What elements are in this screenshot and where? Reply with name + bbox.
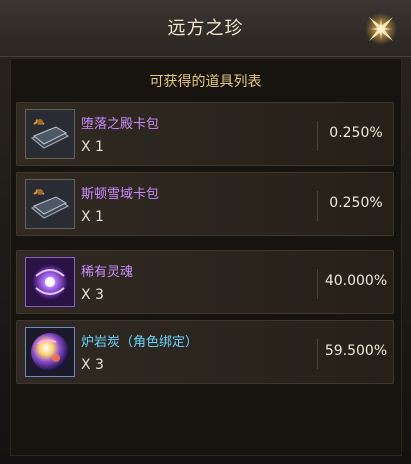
card-pack-icon	[25, 179, 75, 229]
card-pack-icon	[25, 109, 75, 159]
item-quantity: X 1	[81, 139, 104, 155]
list-item[interactable]: 稀有灵魂 X 3 40.000%	[16, 250, 394, 314]
item-quantity: X 3	[81, 287, 104, 303]
item-name: 堕落之殿卡包	[81, 117, 160, 132]
item-quantity: X 3	[81, 357, 104, 373]
list-item[interactable]: 堕落之殿卡包 X 1 0.250%	[16, 102, 394, 166]
item-name: 稀有灵魂	[81, 265, 134, 280]
list-item[interactable]: 斯顿雪域卡包 X 1 0.250%	[16, 172, 394, 236]
item-probability: 59.500%	[324, 343, 388, 359]
item-probability: 40.000%	[324, 273, 388, 289]
panel-subtitle: 可获得的道具列表	[149, 74, 262, 90]
close-button[interactable]	[362, 10, 400, 48]
item-probability: 0.250%	[329, 195, 383, 211]
close-star-icon	[365, 13, 397, 45]
item-name: 斯顿雪域卡包	[81, 187, 160, 202]
dialog-title: 远方之珍	[167, 18, 244, 39]
item-probability: 0.250%	[329, 125, 383, 141]
item-name: 炉岩炭（角色绑定）	[81, 335, 199, 350]
list-item[interactable]: 炉岩炭（角色绑定） X 3 59.500%	[16, 320, 394, 384]
item-quantity: X 1	[81, 209, 104, 225]
rare-soul-icon	[25, 257, 75, 307]
lava-charcoal-icon	[25, 327, 75, 377]
reward-dialog: 远方之珍 可获得的道具列表 堕落之殿卡包 X 1 0.250% 斯顿雪域卡包 X…	[0, 0, 411, 464]
